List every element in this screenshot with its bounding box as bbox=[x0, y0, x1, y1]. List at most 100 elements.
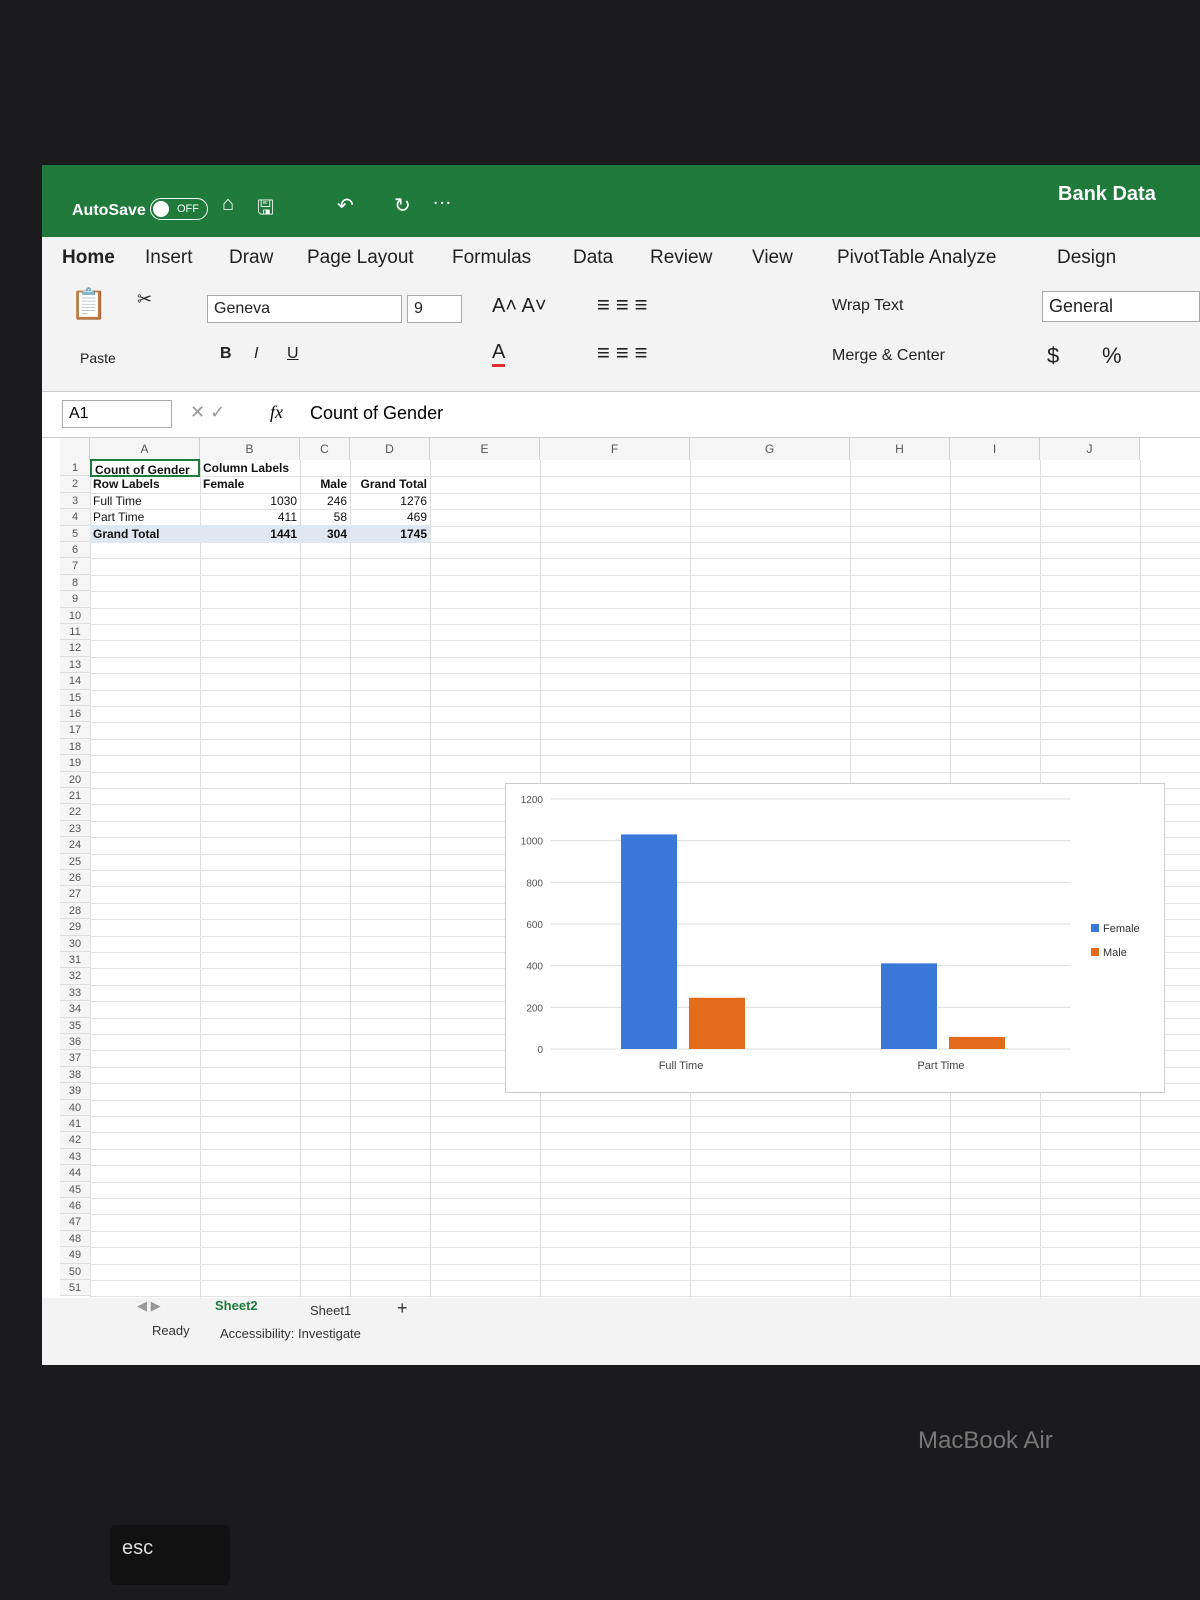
column-header-A[interactable]: A bbox=[90, 438, 200, 460]
tab-pivottable-analyze[interactable]: PivotTable Analyze bbox=[837, 247, 997, 269]
row-header-30[interactable]: 30 bbox=[60, 935, 90, 952]
row-header-50[interactable]: 50 bbox=[60, 1263, 90, 1280]
column-header-I[interactable]: I bbox=[950, 438, 1040, 460]
undo-icon[interactable]: ↶ bbox=[337, 193, 354, 218]
column-header-F[interactable]: F bbox=[540, 438, 690, 460]
row-header-21[interactable]: 21 bbox=[60, 788, 90, 805]
accessibility-status[interactable]: Accessibility: Investigate bbox=[220, 1326, 361, 1341]
row-header-11[interactable]: 11 bbox=[60, 624, 90, 641]
name-box[interactable]: A1 bbox=[62, 400, 172, 428]
column-header-C[interactable]: C bbox=[300, 438, 350, 460]
underline-button[interactable]: U bbox=[287, 345, 299, 363]
pivot-cell[interactable]: 411 bbox=[200, 508, 300, 526]
pivot-cell[interactable]: 1745 bbox=[350, 524, 430, 543]
row-header-24[interactable]: 24 bbox=[60, 837, 90, 854]
row-header-29[interactable]: 29 bbox=[60, 919, 90, 936]
row-header-43[interactable]: 43 bbox=[60, 1148, 90, 1166]
pivot-cell[interactable]: Grand Total bbox=[90, 524, 200, 543]
pivot-cell[interactable]: Part Time bbox=[90, 508, 200, 526]
row-header-6[interactable]: 6 bbox=[60, 542, 90, 559]
row-header-46[interactable]: 46 bbox=[60, 1198, 90, 1215]
column-header-H[interactable]: H bbox=[850, 438, 950, 460]
add-sheet-button[interactable]: + bbox=[397, 1298, 408, 1319]
pivot-cell[interactable]: Count of Gender bbox=[90, 459, 200, 477]
pivot-cell[interactable]: Female bbox=[200, 475, 300, 493]
pivot-cell[interactable]: Grand Total bbox=[350, 475, 430, 493]
pivot-cell[interactable]: Male bbox=[300, 475, 350, 493]
worksheet-grid[interactable]: A B C D E F G H I J 1 2 3 4 5 6 7 8 9 10 11 12 13 14 15 16 17 18 19 2… bbox=[60, 438, 1200, 1298]
row-header-48[interactable]: 48 bbox=[60, 1230, 90, 1248]
tab-formulas[interactable]: Formulas bbox=[452, 247, 531, 269]
row-header-22[interactable]: 22 bbox=[60, 804, 90, 821]
row-header-12[interactable]: 12 bbox=[60, 640, 90, 657]
row-header-19[interactable]: 19 bbox=[60, 755, 90, 772]
column-header-G[interactable]: G bbox=[690, 438, 850, 460]
row-header-13[interactable]: 13 bbox=[60, 656, 90, 674]
row-header-26[interactable]: 26 bbox=[60, 870, 90, 887]
row-header-45[interactable]: 45 bbox=[60, 1181, 90, 1198]
tab-view[interactable]: View bbox=[752, 247, 793, 269]
pivot-cell[interactable]: Row Labels bbox=[90, 475, 200, 493]
row-header-15[interactable]: 15 bbox=[60, 689, 90, 706]
halign-icons[interactable]: ≡≡≡ bbox=[597, 340, 654, 366]
row-header-40[interactable]: 40 bbox=[60, 1099, 90, 1116]
font-select[interactable]: Geneva bbox=[207, 295, 402, 323]
row-header-35[interactable]: 35 bbox=[60, 1017, 90, 1034]
save-icon[interactable]: 🖫 bbox=[257, 193, 274, 227]
cancel-icon[interactable]: ✕ ✓ bbox=[190, 402, 225, 423]
bold-button[interactable]: B bbox=[220, 345, 232, 363]
cut-icon[interactable]: ✂ bbox=[137, 289, 152, 310]
row-header-33[interactable]: 33 bbox=[60, 984, 90, 1002]
tab-insert[interactable]: Insert bbox=[145, 247, 193, 269]
row-header-5[interactable]: 5 bbox=[60, 525, 90, 542]
column-header-D[interactable]: D bbox=[350, 438, 430, 460]
pivot-chart[interactable]: 0 200 400 600 800 1000 1200 Full Time Part Time F… bbox=[505, 783, 1165, 1093]
row-header-20[interactable]: 20 bbox=[60, 771, 90, 788]
pivot-cell[interactable]: 58 bbox=[300, 508, 350, 526]
document-title[interactable]: Bank Data bbox=[1058, 183, 1156, 206]
row-header-31[interactable]: 31 bbox=[60, 952, 90, 969]
row-header-8[interactable]: 8 bbox=[60, 574, 90, 592]
row-header-28[interactable]: 28 bbox=[60, 902, 90, 920]
pivot-cell[interactable]: 246 bbox=[300, 492, 350, 510]
column-header-E[interactable]: E bbox=[430, 438, 540, 460]
pivot-cell[interactable]: 469 bbox=[350, 508, 430, 526]
column-header-J[interactable]: J bbox=[1040, 438, 1140, 460]
tab-design[interactable]: Design bbox=[1057, 247, 1116, 269]
formula-input[interactable]: Count of Gender bbox=[310, 403, 443, 424]
tab-draw[interactable]: Draw bbox=[229, 247, 273, 269]
row-header-18[interactable]: 18 bbox=[60, 738, 90, 756]
row-header-34[interactable]: 34 bbox=[60, 1001, 90, 1018]
row-header-17[interactable]: 17 bbox=[60, 722, 90, 739]
italic-button[interactable]: I bbox=[254, 345, 258, 363]
paste-button[interactable]: Paste bbox=[80, 350, 116, 366]
row-header-23[interactable]: 23 bbox=[60, 820, 90, 838]
more-icon[interactable]: … bbox=[432, 187, 452, 210]
sheet-tab-sheet2[interactable]: Sheet2 bbox=[215, 1298, 258, 1313]
row-header-25[interactable]: 25 bbox=[60, 853, 90, 870]
row-header-16[interactable]: 16 bbox=[60, 706, 90, 723]
row-header-27[interactable]: 27 bbox=[60, 886, 90, 903]
number-format-select[interactable]: General bbox=[1042, 291, 1200, 322]
row-header-42[interactable]: 42 bbox=[60, 1132, 90, 1149]
percent-button[interactable]: % bbox=[1102, 343, 1122, 369]
tab-review[interactable]: Review bbox=[650, 247, 712, 269]
pivot-cell[interactable]: 1441 bbox=[200, 524, 300, 543]
row-header-10[interactable]: 10 bbox=[60, 607, 90, 624]
autosave-toggle[interactable]: OFF bbox=[150, 198, 208, 220]
pivot-cell[interactable]: 304 bbox=[300, 524, 350, 543]
row-header-32[interactable]: 32 bbox=[60, 968, 90, 985]
row-header-2[interactable]: 2 bbox=[60, 476, 90, 493]
sheet-nav-icon[interactable]: ◀ ▶ bbox=[137, 1298, 161, 1314]
row-header-37[interactable]: 37 bbox=[60, 1050, 90, 1067]
sheet-tab-sheet1[interactable]: Sheet1 bbox=[310, 1303, 351, 1318]
font-size-icons[interactable]: A˄ A˅ bbox=[492, 295, 547, 318]
tab-home[interactable]: Home bbox=[62, 247, 115, 269]
row-header-9[interactable]: 9 bbox=[60, 591, 90, 608]
pivot-cell[interactable]: 1276 bbox=[350, 492, 430, 510]
corner[interactable] bbox=[60, 438, 90, 460]
row-header-44[interactable]: 44 bbox=[60, 1165, 90, 1182]
tab-data[interactable]: Data bbox=[573, 247, 613, 269]
row-header-49[interactable]: 49 bbox=[60, 1247, 90, 1264]
row-header-3[interactable]: 3 bbox=[60, 492, 90, 510]
